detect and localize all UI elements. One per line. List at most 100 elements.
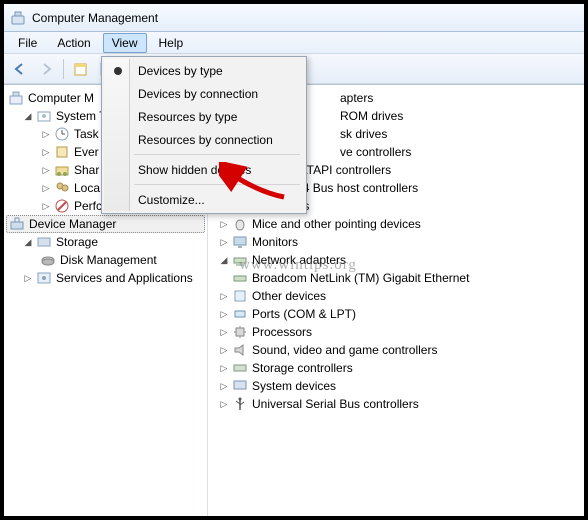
expand-icon[interactable]: ▷ xyxy=(218,362,230,374)
storage-ctl-icon xyxy=(232,360,248,376)
services-icon xyxy=(36,270,52,286)
device-manager-icon xyxy=(9,216,25,232)
storage-icon xyxy=(36,234,52,250)
expand-icon[interactable]: ▷ xyxy=(218,398,230,410)
expand-icon[interactable]: ▷ xyxy=(22,272,34,284)
toolbar-separator xyxy=(63,59,64,79)
expand-icon[interactable]: ▷ xyxy=(40,182,52,194)
mouse-icon xyxy=(232,216,248,232)
expand-icon[interactable]: ▷ xyxy=(40,128,52,140)
device-processors[interactable]: ▷ Processors xyxy=(216,323,582,341)
dd-devices-by-connection[interactable]: Devices by connection xyxy=(104,82,304,105)
tree-disk-mgmt[interactable]: Disk Management xyxy=(6,251,205,269)
shared-icon xyxy=(54,162,70,178)
dd-label: Customize... xyxy=(138,193,205,207)
back-button[interactable] xyxy=(8,57,32,81)
expand-icon[interactable]: ◢ xyxy=(22,236,34,248)
expand-icon[interactable]: ▷ xyxy=(218,326,230,338)
device-storage-ctl[interactable]: ▷ Storage controllers xyxy=(216,359,582,377)
dropdown-separator xyxy=(134,154,300,155)
menu-help[interactable]: Help xyxy=(151,34,192,52)
usb-icon xyxy=(232,396,248,412)
expand-icon[interactable]: ▷ xyxy=(218,308,230,320)
device-label: Other devices xyxy=(252,289,326,303)
view-dropdown: Devices by type Devices by connection Re… xyxy=(101,56,307,214)
expand-icon[interactable]: ◢ xyxy=(22,110,34,122)
tree-label: Storage xyxy=(56,235,98,249)
titlebar: Computer Management xyxy=(4,4,584,32)
dropdown-separator xyxy=(134,184,300,185)
device-sound[interactable]: ▷ Sound, video and game controllers xyxy=(216,341,582,359)
system-dev-icon xyxy=(232,378,248,394)
expand-icon[interactable]: ◢ xyxy=(218,254,230,266)
sound-icon xyxy=(232,342,248,358)
device-label: Universal Serial Bus controllers xyxy=(252,397,419,411)
device-label: Storage controllers xyxy=(252,361,353,375)
radio-checked-icon xyxy=(114,67,122,75)
system-tools-icon xyxy=(36,108,52,124)
menu-view[interactable]: View xyxy=(103,33,147,53)
tree-services[interactable]: ▷ Services and Applications xyxy=(6,269,205,287)
users-icon xyxy=(54,180,70,196)
device-other[interactable]: ▷ Other devices xyxy=(216,287,582,305)
menu-file[interactable]: File xyxy=(10,34,45,52)
menu-action[interactable]: Action xyxy=(49,34,98,52)
tree-device-manager[interactable]: Device Manager xyxy=(6,215,205,233)
device-label: Sound, video and game controllers xyxy=(252,343,437,357)
device-monitors[interactable]: ▷ Monitors xyxy=(216,233,582,251)
event-icon xyxy=(54,144,70,160)
dd-customize[interactable]: Customize... xyxy=(104,188,304,211)
ports-icon xyxy=(232,306,248,322)
expand-icon[interactable]: ▷ xyxy=(218,236,230,248)
device-broadcom[interactable]: Broadcom NetLink (TM) Gigabit Ethernet xyxy=(216,269,582,287)
tree-label: Services and Applications xyxy=(56,271,193,285)
network-icon xyxy=(232,252,248,268)
properties-button[interactable] xyxy=(69,57,93,81)
dd-label: Show hidden devices xyxy=(138,163,251,177)
dd-resources-by-connection[interactable]: Resources by connection xyxy=(104,128,304,151)
dd-resources-by-type[interactable]: Resources by type xyxy=(104,105,304,128)
device-ports[interactable]: ▷ Ports (COM & LPT) xyxy=(216,305,582,323)
expand-icon[interactable]: ▷ xyxy=(218,344,230,356)
tree-label: Shar xyxy=(74,163,99,177)
expand-icon[interactable]: ▷ xyxy=(40,200,52,212)
cpu-icon xyxy=(232,324,248,340)
device-label: Processors xyxy=(252,325,312,339)
app-icon xyxy=(10,10,26,26)
expand-icon[interactable]: ▷ xyxy=(218,218,230,230)
other-icon xyxy=(232,288,248,304)
forward-button[interactable] xyxy=(34,57,58,81)
window-title: Computer Management xyxy=(32,11,158,25)
tree-label: Device Manager xyxy=(29,217,116,231)
expand-icon[interactable]: ▷ xyxy=(218,380,230,392)
dd-label: Resources by connection xyxy=(138,133,273,147)
disk-mgmt-icon xyxy=(40,252,56,268)
expand-icon[interactable]: ▷ xyxy=(40,146,52,158)
device-usb[interactable]: ▷ Universal Serial Bus controllers xyxy=(216,395,582,413)
device-label: Broadcom NetLink (TM) Gigabit Ethernet xyxy=(252,271,469,285)
task-icon xyxy=(54,126,70,142)
tree-label: Ever xyxy=(74,145,99,159)
tree-label: System T xyxy=(56,109,106,123)
device-system[interactable]: ▷ System devices xyxy=(216,377,582,395)
expand-icon[interactable]: ▷ xyxy=(40,164,52,176)
dd-show-hidden[interactable]: Show hidden devices xyxy=(104,158,304,181)
dd-label: Devices by connection xyxy=(138,87,258,101)
dd-label: Resources by type xyxy=(138,110,237,124)
tree-label: Loca xyxy=(74,181,100,195)
dd-label: Devices by type xyxy=(138,64,223,78)
computer-mgmt-icon xyxy=(8,90,24,106)
tree-label: Perfc xyxy=(74,199,102,213)
tree-storage[interactable]: ◢ Storage xyxy=(6,233,205,251)
tree-label: Computer M xyxy=(28,91,94,105)
device-mice[interactable]: ▷ Mice and other pointing devices xyxy=(216,215,582,233)
tree-label: Task xyxy=(74,127,99,141)
expand-icon[interactable]: ▷ xyxy=(218,290,230,302)
device-label: Ports (COM & LPT) xyxy=(252,307,356,321)
device-label: Mice and other pointing devices xyxy=(252,217,421,231)
device-network[interactable]: ◢ Network adapters xyxy=(216,251,582,269)
device-label: Network adapters xyxy=(252,253,346,267)
dd-devices-by-type[interactable]: Devices by type xyxy=(104,59,304,82)
tree-label: Disk Management xyxy=(60,253,157,267)
menubar: File Action View Help xyxy=(4,32,584,54)
